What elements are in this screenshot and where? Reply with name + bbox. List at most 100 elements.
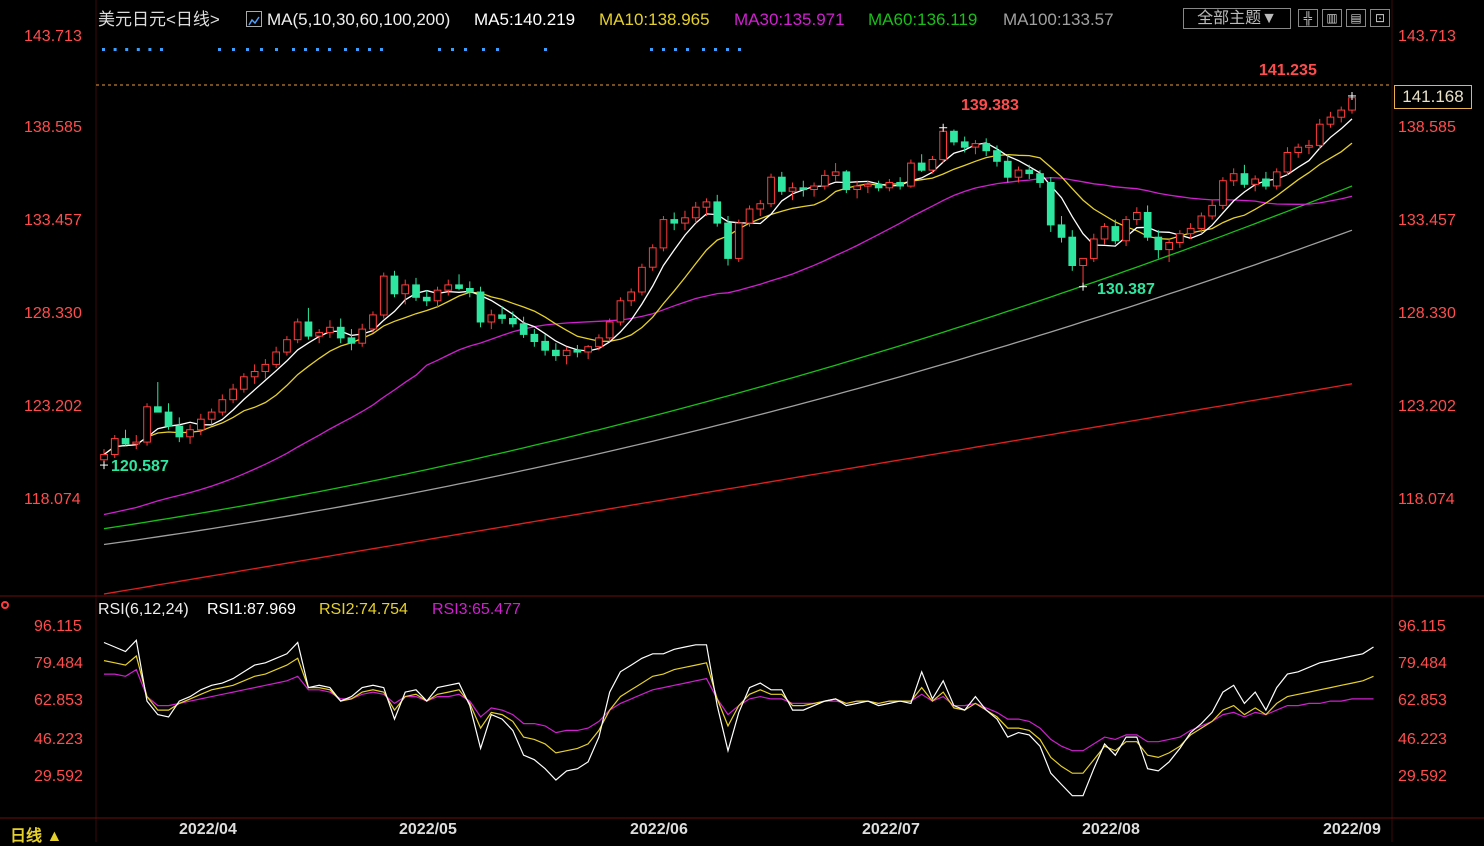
candle	[1337, 106, 1346, 123]
candle-body	[100, 454, 108, 461]
candle	[745, 205, 754, 227]
candle	[315, 329, 323, 344]
indicator-settings-icon[interactable]	[246, 11, 262, 27]
candle-body	[691, 206, 700, 219]
candle	[358, 323, 367, 347]
candle	[541, 334, 549, 356]
candle	[379, 272, 388, 319]
candle	[1165, 239, 1174, 262]
candle-body	[487, 314, 496, 323]
candle-body	[1272, 171, 1281, 187]
candle-body	[681, 217, 689, 224]
candle	[638, 263, 646, 296]
event-marker-dot	[738, 48, 741, 51]
event-marker-dot	[726, 48, 729, 51]
candle	[1176, 230, 1184, 248]
candle	[691, 201, 700, 224]
date-label-jul: 2022/07	[862, 821, 920, 838]
period-tab[interactable]: 日线 ▲	[10, 822, 62, 846]
panel-toggle-icon[interactable]	[1, 601, 9, 609]
exit-fullscreen-icon[interactable]: ⊡	[1370, 9, 1390, 27]
chart-type-icon[interactable]: ▤	[1346, 9, 1366, 27]
candle-body	[1014, 169, 1023, 178]
candle	[143, 403, 151, 446]
ma-indicator-name[interactable]: MA(5,10,30,60,100,200)	[267, 9, 450, 31]
event-marker-dot	[246, 48, 249, 51]
candle-body	[132, 441, 141, 445]
candle-body	[659, 219, 668, 249]
candle	[1272, 168, 1281, 190]
candle-body	[584, 346, 592, 353]
candle-body	[379, 275, 388, 316]
rsi-indicator-name[interactable]: RSI(6,12,24)	[98, 599, 189, 621]
price-label-left-1: 143.713	[24, 28, 82, 45]
candle	[154, 382, 162, 413]
rsi3-value: RSI3:65.477	[432, 601, 521, 618]
grid-layer	[0, 0, 1484, 842]
candle-body	[1251, 178, 1260, 185]
candle	[175, 417, 184, 443]
crosshair-icon[interactable]: ╬	[1298, 9, 1318, 27]
event-marker-dot	[316, 48, 319, 51]
candle-body	[595, 337, 603, 348]
event-marker-dot	[438, 48, 441, 51]
instrument-title[interactable]: 美元日元<日线>	[98, 9, 220, 31]
candle	[1090, 233, 1098, 262]
event-marker-dot	[218, 48, 221, 51]
chart-canvas[interactable]	[0, 0, 1484, 842]
event-marker-dot	[380, 48, 383, 51]
candle-body	[1186, 227, 1195, 235]
candle	[702, 198, 711, 217]
candle	[1251, 175, 1260, 192]
event-marker-dot	[125, 48, 129, 51]
rsi1-value: RSI1:87.969	[207, 601, 296, 618]
price-label-right-2: 138.585	[1398, 119, 1456, 136]
candle	[390, 270, 399, 298]
candle	[552, 343, 560, 361]
candle-body	[1208, 204, 1217, 217]
candle-body	[154, 406, 162, 413]
rsi-label-right-2: 79.484	[1398, 655, 1447, 672]
candle-body	[250, 371, 259, 378]
event-marker-dot	[662, 48, 665, 51]
candle-body	[143, 406, 151, 443]
candle	[734, 219, 743, 262]
candle-body	[756, 203, 765, 210]
candle-body	[896, 182, 904, 187]
low-annotation-mar: 120.587	[111, 458, 169, 475]
rsi-label-left-3: 62.853	[34, 692, 83, 709]
candle	[1003, 154, 1012, 183]
theme-dropdown-button[interactable]: 全部主题▼	[1183, 8, 1291, 29]
candle-body	[412, 284, 420, 298]
candle	[530, 329, 539, 347]
candle-body	[444, 284, 453, 291]
candle-body	[702, 201, 711, 208]
rsi-label-left-1: 96.115	[34, 618, 82, 635]
candle	[455, 274, 463, 291]
candle	[950, 129, 958, 146]
candle	[121, 429, 130, 446]
candle	[433, 286, 442, 308]
candle-body	[713, 201, 722, 224]
event-marker-dot	[496, 48, 499, 51]
price-label-right-4: 128.330	[1398, 305, 1456, 322]
candle	[756, 200, 765, 217]
candle	[132, 435, 141, 450]
candle-body	[950, 130, 958, 143]
event-marker-dot	[292, 48, 295, 51]
price-label-right-5: 123.202	[1398, 398, 1456, 415]
candle	[885, 178, 894, 192]
candle	[778, 171, 786, 195]
candle	[810, 182, 818, 197]
candle	[1014, 166, 1023, 183]
candle-body	[821, 174, 829, 187]
ma5-value: MA5:140.219	[474, 10, 576, 29]
candle	[1262, 171, 1270, 190]
candle	[466, 281, 474, 298]
candle-body	[885, 182, 894, 189]
candle-body	[530, 333, 539, 342]
candle	[272, 346, 280, 368]
candle-body	[917, 162, 926, 171]
candle	[681, 210, 689, 231]
layout-grid-icon[interactable]: ▥	[1322, 9, 1342, 27]
